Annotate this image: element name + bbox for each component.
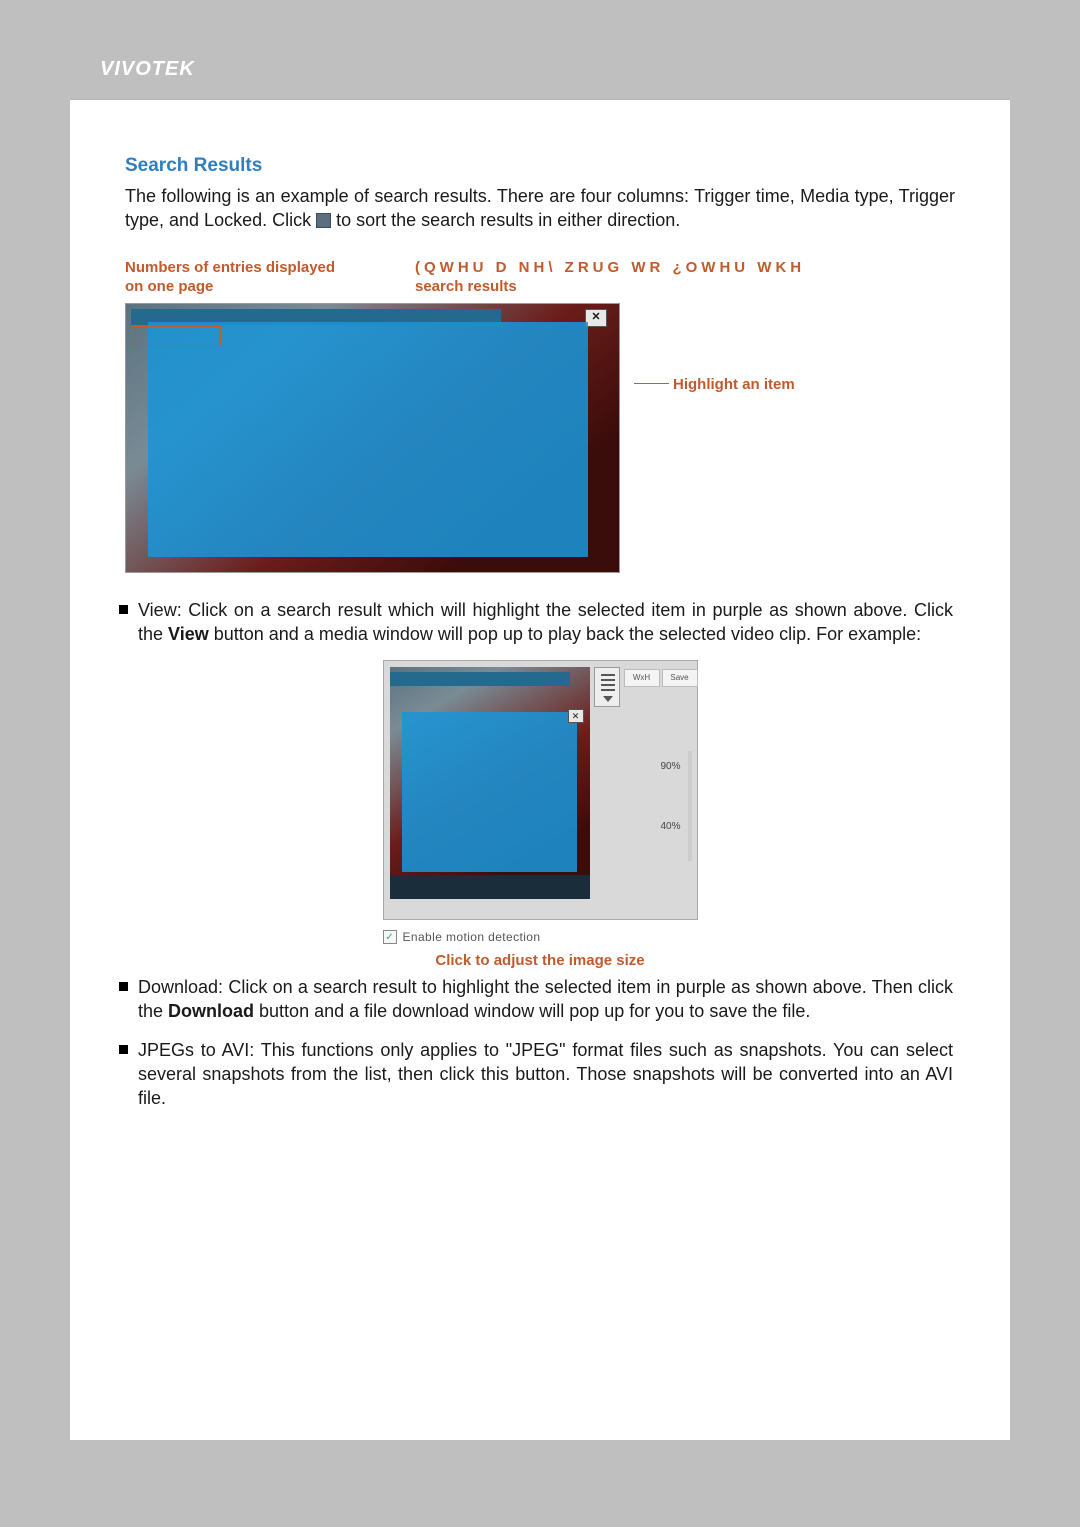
bullet-post: button and a media window will pop up to… [209, 624, 921, 644]
intro-paragraph: The following is an example of search re… [125, 184, 955, 233]
intro-post: to sort the search results in either dir… [336, 210, 680, 230]
annotation-adjust-image-size: Click to adjust the image size [383, 952, 698, 969]
fig2-video-frame: ✕ [390, 667, 590, 877]
fig2-highlight-overlay [402, 712, 577, 872]
bullet-square-icon [119, 982, 128, 991]
percent-label: 40% [660, 821, 680, 832]
bullet-list: View: Click on a search result which wil… [125, 598, 955, 1111]
annot-right-l2: search results [415, 278, 517, 295]
section-title: Search Results [125, 155, 955, 177]
fig1-highlight-overlay [148, 322, 588, 557]
motion-detect-checkbox[interactable]: ✓ [383, 930, 397, 944]
page: VIVOTEK Search Results The following is … [70, 40, 1010, 1440]
size-button[interactable]: WxH [624, 669, 660, 687]
vertical-slider[interactable] [688, 751, 692, 861]
list-item: JPEGs to AVI: This functions only applie… [113, 1038, 955, 1111]
sort-icon[interactable] [316, 213, 331, 228]
list-item: Download: Click on a search result to hi… [113, 975, 955, 1024]
header-bar: VIVOTEK [70, 40, 1010, 100]
motion-detect-label: Enable motion detection [403, 930, 541, 944]
bullet-text: JPEGs to AVI: This functions only applie… [138, 1038, 955, 1111]
annotation-row: Numbers of entries displayed on one page… [125, 258, 955, 297]
bullet-pre: JPEGs to AVI: This functions only applie… [138, 1040, 953, 1109]
bullet-bold: Download [168, 1001, 254, 1021]
bullet-post: button and a file download window will p… [254, 1001, 810, 1021]
figure-1-wrap: ✕ Highlight an item [125, 303, 955, 573]
chevron-down-icon [603, 696, 613, 702]
content-area: Search Results The following is an examp… [70, 100, 1010, 1155]
fig2-titlebar [390, 672, 570, 686]
annotation-entries-per-page: Numbers of entries displayed on one page [125, 258, 355, 297]
annotation-highlight-item: Highlight an item [673, 375, 795, 392]
figure-2-screenshot: ✕ WxH Save 90% 40% [383, 660, 698, 920]
bullet-text: View: Click on a search result which wil… [138, 598, 955, 647]
figure-1-screenshot: ✕ [125, 303, 620, 573]
percent-label: 90% [660, 761, 680, 772]
figure-2-zone: ✕ WxH Save 90% 40% ✓ [125, 660, 955, 969]
annot-connector-line [634, 383, 669, 384]
figure-1-side-annot: Highlight an item [620, 303, 795, 394]
bullet-square-icon [119, 1045, 128, 1054]
annotation-filter-keyword: (QWHU D NH\ ZRUG WR ¿OWHU WKH search res… [415, 258, 855, 297]
list-item: View: Click on a search result which wil… [113, 598, 955, 647]
page-number: 106 [102, 1399, 127, 1416]
figure-2: ✕ WxH Save 90% 40% ✓ [383, 660, 698, 969]
footer-text: - User's Manual [127, 1399, 236, 1416]
annot-right-l1: (QWHU D NH\ ZRUG WR ¿OWHU WKH [415, 259, 805, 276]
bullet-square-icon [119, 605, 128, 614]
drag-lines-icon [601, 674, 615, 676]
fig2-status-strip [390, 875, 590, 899]
fig2-checkbox-row: ✓ Enable motion detection [383, 930, 698, 944]
brand-logo: VIVOTEK [100, 58, 195, 81]
save-button[interactable]: Save [662, 669, 698, 687]
close-icon[interactable]: ✕ [585, 309, 607, 327]
footer-gray-band [70, 1320, 1010, 1440]
page-footer: 106 - User's Manual [102, 1399, 236, 1416]
size-adjust-handle[interactable] [594, 667, 620, 707]
bullet-text: Download: Click on a search result to hi… [138, 975, 955, 1024]
fig1-label-box [131, 326, 221, 346]
bullet-bold: View [168, 624, 209, 644]
close-icon[interactable]: ✕ [568, 709, 584, 723]
